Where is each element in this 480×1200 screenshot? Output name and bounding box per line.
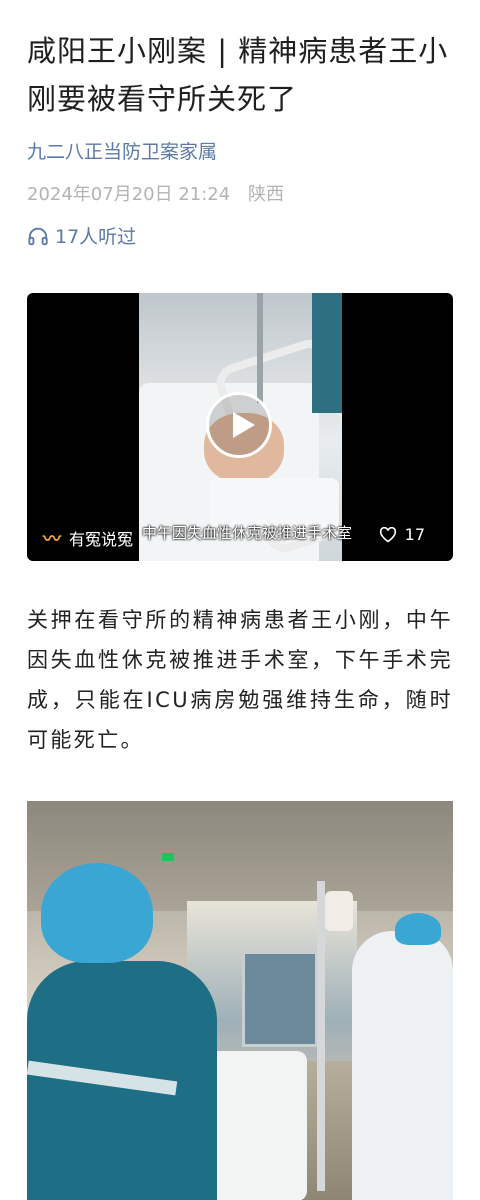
source-logo-icon: 〰 — [43, 529, 61, 550]
article-meta: 2024年07月20日 21:24 陕西 — [27, 180, 284, 206]
headphones-icon — [28, 227, 48, 245]
play-icon[interactable] — [206, 392, 272, 458]
video-like-count: 17 — [404, 525, 425, 544]
author-link[interactable]: 九二八正当防卫案家属 — [27, 137, 217, 164]
publish-date: 2024年07月20日 21:24 — [27, 184, 231, 205]
article-page: 咸阳王小刚案 | 精神病患者王小刚要被看守所关死了 九二八正当防卫案家属 202… — [0, 0, 480, 1200]
video-caption: 中午因失血性休克被推进手术室 — [142, 524, 353, 542]
video-like-button[interactable]: 17 — [379, 525, 425, 544]
article-photo[interactable] — [27, 801, 453, 1200]
publish-location: 陕西 — [247, 184, 284, 205]
heart-icon — [379, 526, 396, 543]
listen-count: 17人听过 — [55, 226, 137, 248]
video-source-name: 有冤说冤 — [69, 530, 134, 549]
listen-button[interactable]: 17人听过 — [27, 222, 136, 249]
video-player[interactable]: 〰 有冤说冤 中午因失血性休克被推进手术室 17 — [27, 293, 453, 561]
article-title: 咸阳王小刚案 | 精神病患者王小刚要被看守所关死了 — [27, 34, 449, 116]
article-paragraph: 关押在看守所的精神病患者王小刚，中午因失血性休克被推进手术室，下午手术完成，只能… — [27, 608, 453, 752]
video-source[interactable]: 〰 有冤说冤 — [43, 525, 133, 551]
